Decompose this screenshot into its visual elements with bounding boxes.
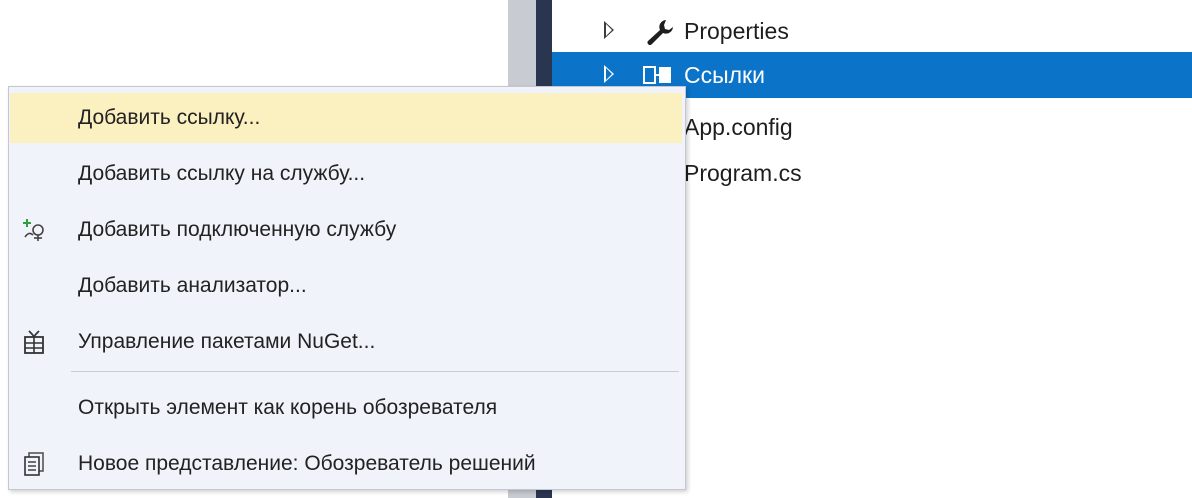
menu-item-label: Новое представление: Обозреватель решени…	[78, 452, 536, 475]
menu-item-label: Управление пакетами NuGet...	[78, 330, 376, 353]
tree-item-label: Properties	[684, 18, 789, 44]
menu-item-label: Открыть элемент как корень обозревателя	[78, 396, 498, 419]
menu-item-manage-nuget[interactable]: Управление пакетами NuGet...	[10, 317, 682, 367]
menu-separator	[71, 371, 679, 372]
menu-item-scope-to-this[interactable]: Открыть элемент как корень обозревателя	[10, 383, 682, 433]
expand-arrow-icon[interactable]	[604, 65, 614, 83]
tree-item-label: Program.cs	[684, 160, 802, 186]
menu-item-label: Добавить подключенную службу	[78, 218, 397, 241]
new-view-icon	[20, 450, 48, 478]
context-menu: Добавить ссылку... Добавить ссылку на сл…	[8, 86, 686, 490]
menu-item-new-solution-explorer-view[interactable]: Новое представление: Обозреватель решени…	[10, 439, 682, 489]
tree-item-label: App.config	[684, 114, 793, 140]
menu-item-add-connected-service[interactable]: Добавить подключенную службу	[10, 205, 682, 255]
menu-item-label: Добавить ссылку...	[78, 106, 261, 129]
menu-item-label: Добавить ссылку на службу...	[78, 162, 366, 185]
menu-item-add-service-reference[interactable]: Добавить ссылку на службу...	[10, 149, 682, 199]
menu-item-add-reference[interactable]: Добавить ссылку...	[10, 93, 682, 143]
references-icon	[642, 61, 676, 89]
wrench-icon	[642, 17, 676, 45]
menu-item-add-analyzer[interactable]: Добавить анализатор...	[10, 261, 682, 311]
expand-arrow-icon[interactable]	[604, 21, 614, 39]
tree-item-properties[interactable]: Properties	[552, 8, 1192, 54]
nuget-package-icon	[20, 328, 48, 356]
menu-item-label: Добавить анализатор...	[78, 274, 307, 297]
add-connected-service-icon	[20, 216, 48, 244]
tree-item-label: Ссылки	[684, 62, 765, 88]
